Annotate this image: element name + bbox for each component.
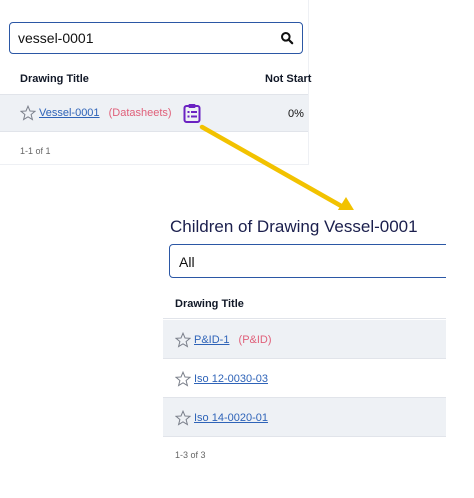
star-icon[interactable] — [175, 332, 191, 348]
filter-selected-value: All — [179, 254, 195, 270]
table-row: P&ID-1 (P&ID) — [163, 320, 446, 359]
column-drawing-title[interactable]: Drawing Title — [175, 298, 244, 310]
table-header: Drawing Title — [163, 288, 446, 319]
pagination-info: 1-3 of 3 — [175, 450, 206, 460]
star-icon[interactable] — [175, 371, 191, 387]
drawing-link[interactable]: Iso 12-0030-03 — [194, 373, 268, 385]
drawing-type-tag: (P&ID) — [238, 334, 272, 346]
table-row: Iso 14-0020-01 — [163, 398, 446, 437]
drawing-link[interactable]: P&ID-1 — [194, 334, 229, 346]
star-icon[interactable] — [175, 410, 191, 426]
panel-title: Children of Drawing Vessel-0001 — [170, 217, 418, 236]
table-row: Iso 12-0030-03 — [163, 359, 446, 398]
children-panel: Children of Drawing Vessel-0001 All Draw… — [163, 210, 446, 470]
filter-select[interactable]: All — [169, 244, 446, 278]
drawing-link[interactable]: Iso 14-0020-01 — [194, 412, 268, 424]
